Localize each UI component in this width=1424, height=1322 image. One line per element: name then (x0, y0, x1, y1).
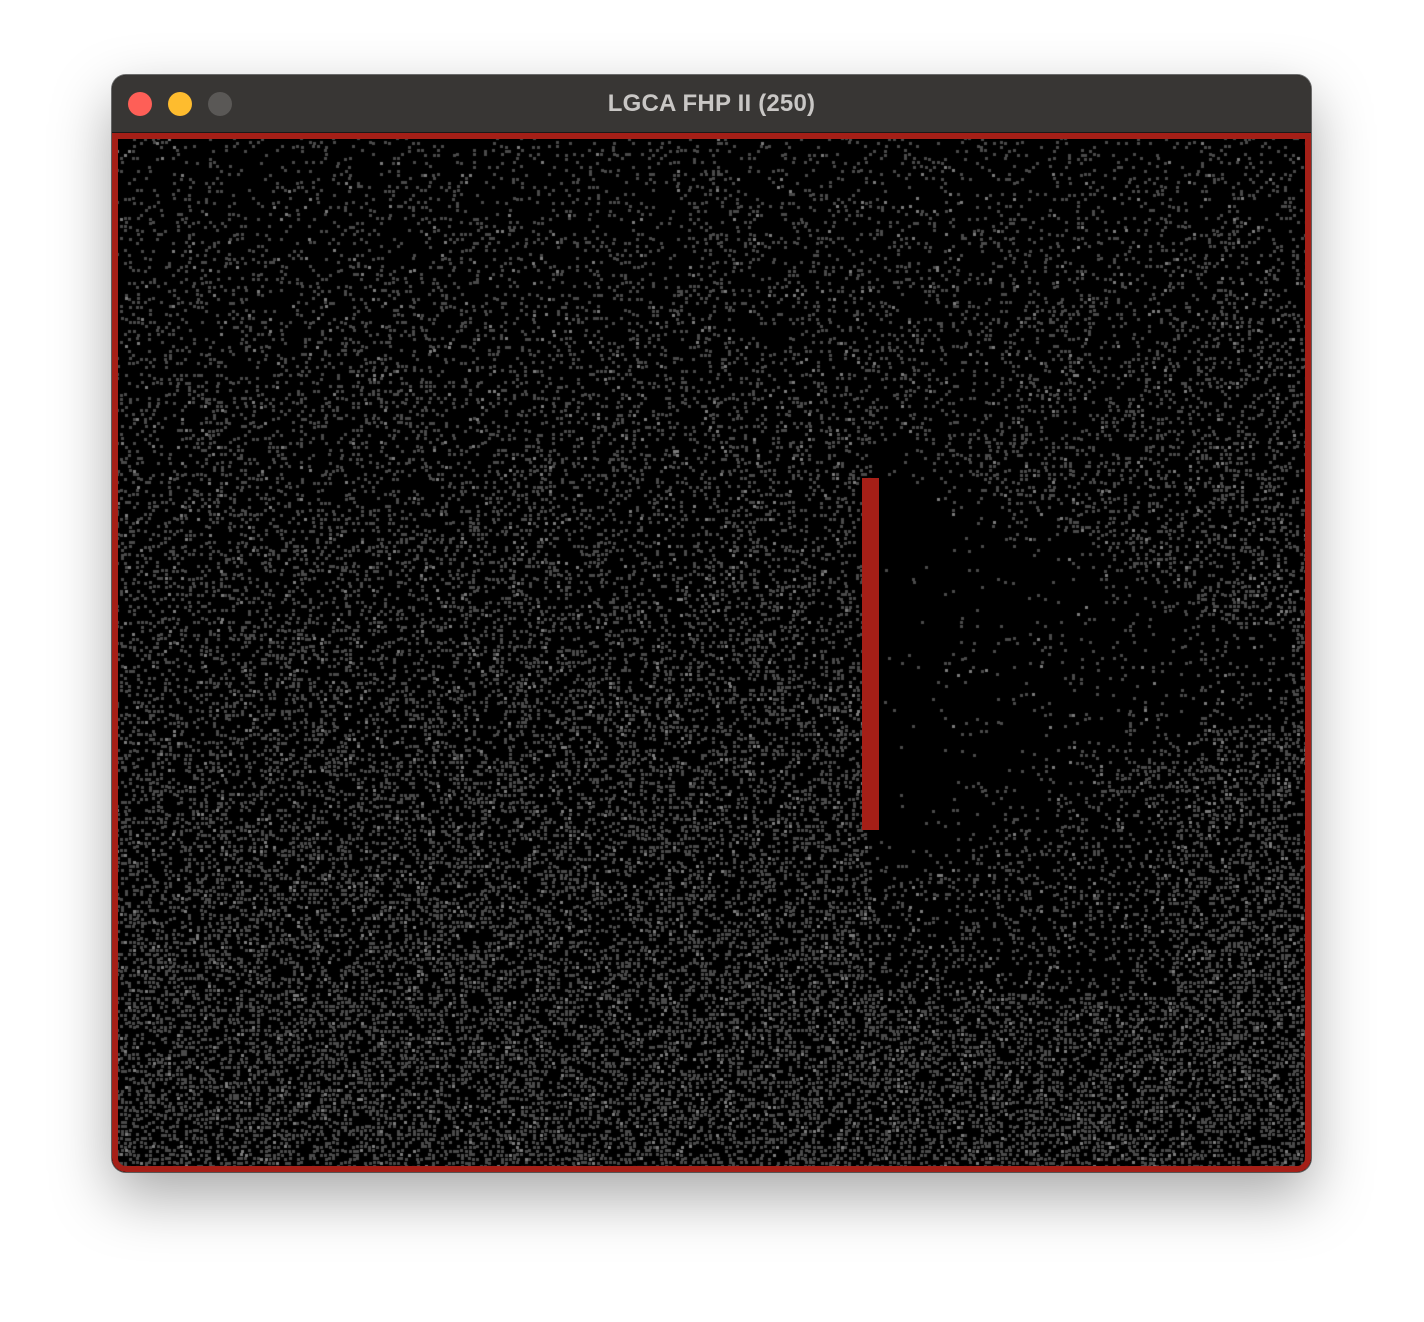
window-title: LGCA FHP II (250) (607, 90, 816, 117)
simulation-view (112, 133, 1311, 1172)
app-window: LGCA FHP II (250) (112, 75, 1311, 1172)
title-bar[interactable]: LGCA FHP II (250) (112, 75, 1311, 133)
obstacle-plate (862, 478, 879, 830)
lattice-gas-canvas (112, 133, 1311, 1172)
